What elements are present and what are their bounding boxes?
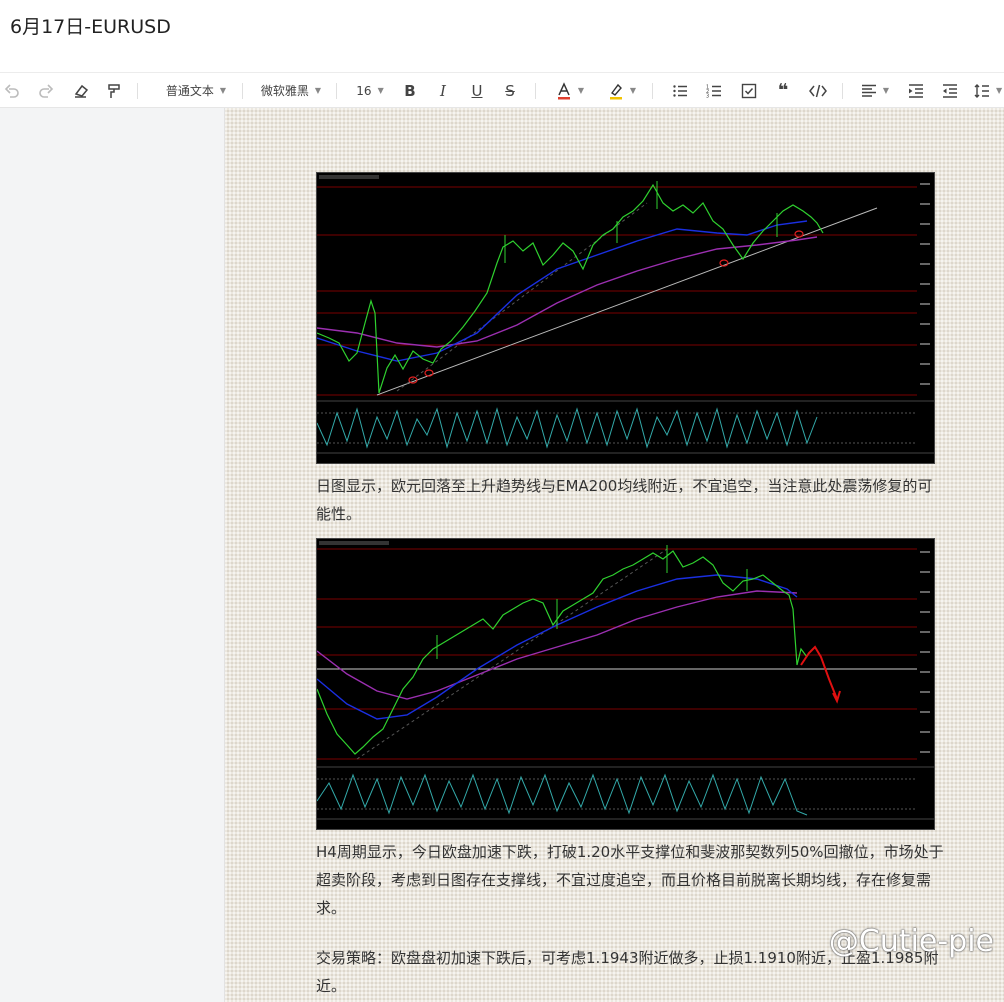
chevron-down-icon: ▼ xyxy=(377,86,384,95)
daily-chart-graphic xyxy=(316,173,934,463)
watermark: @Cutie-pie xyxy=(828,924,994,959)
editor-toolbar: 普通文本 ▼ 微软雅黑 ▼ 16 ▼ B I U S ▼ ▼ 123 ❝ ▼ ▼ xyxy=(0,72,1004,108)
outdent-icon[interactable] xyxy=(940,73,960,108)
svg-text:3: 3 xyxy=(706,93,709,99)
format-painter-icon[interactable] xyxy=(104,73,124,108)
undo-icon[interactable] xyxy=(2,73,22,108)
toolbar-divider xyxy=(137,83,138,99)
toolbar-divider xyxy=(535,83,536,99)
italic-icon[interactable]: I xyxy=(433,73,453,108)
indent-icon[interactable] xyxy=(906,73,926,108)
redo-icon[interactable] xyxy=(36,73,56,108)
line-height-icon[interactable]: ▼ xyxy=(974,73,1004,108)
paragraph-style-select[interactable]: 普通文本 ▼ xyxy=(160,73,232,108)
bold-icon[interactable]: B xyxy=(400,73,420,108)
font-family-select[interactable]: 微软雅黑 ▼ xyxy=(258,73,324,108)
document-title[interactable]: 6月17日-EURUSD xyxy=(10,14,171,40)
analysis-paragraph-h4[interactable]: H4周期显示，今日欧盘加速下跌，打破1.20水平支撑位和斐波那契数列50%回撤位… xyxy=(316,838,946,922)
font-size-select[interactable]: 16 ▼ xyxy=(352,73,388,108)
chevron-down-icon: ▼ xyxy=(882,86,890,95)
strikethrough-icon[interactable]: S xyxy=(500,73,520,108)
bullet-list-icon[interactable] xyxy=(670,73,690,108)
chevron-down-icon: ▼ xyxy=(629,86,637,95)
chevron-down-icon: ▼ xyxy=(219,86,227,95)
document-canvas[interactable]: 日图显示，欧元回落至上升趋势线与EMA200均线附近，不宜追空，当注意此处震荡修… xyxy=(225,108,1004,1002)
toolbar-divider xyxy=(336,83,337,99)
code-icon[interactable] xyxy=(807,73,829,108)
h4-chart-graphic xyxy=(316,539,934,829)
left-sidebar xyxy=(0,108,225,1002)
eraser-icon[interactable] xyxy=(70,73,92,108)
quote-icon[interactable]: ❝ xyxy=(773,73,793,108)
highlight-icon[interactable]: ▼ xyxy=(604,73,640,108)
toolbar-divider xyxy=(652,83,653,99)
underline-icon[interactable]: U xyxy=(467,73,487,108)
toolbar-divider xyxy=(842,83,843,99)
chevron-down-icon: ▼ xyxy=(314,86,322,95)
analysis-paragraph-daily[interactable]: 日图显示，欧元回落至上升趋势线与EMA200均线附近，不宜追空，当注意此处震荡修… xyxy=(316,472,946,528)
align-icon[interactable]: ▼ xyxy=(858,73,892,108)
daily-chart-image xyxy=(316,172,935,464)
paragraph-style-value: 普通文本 xyxy=(165,84,214,98)
font-family-value: 微软雅黑 xyxy=(260,84,309,98)
toolbar-divider xyxy=(242,83,243,99)
checklist-icon[interactable] xyxy=(739,73,759,108)
font-size-value: 16 xyxy=(356,83,372,98)
h4-chart-image xyxy=(316,538,935,830)
chevron-down-icon: ▼ xyxy=(577,86,585,95)
numbered-list-icon[interactable]: 123 xyxy=(704,73,724,108)
chevron-down-icon: ▼ xyxy=(996,86,1003,95)
font-color-icon[interactable]: ▼ xyxy=(552,73,588,108)
